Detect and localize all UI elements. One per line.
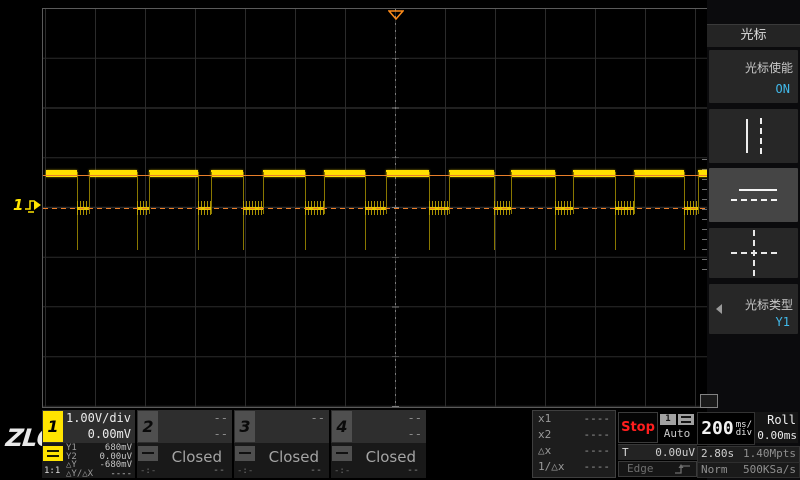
cursor-enable-value: ON [775, 82, 790, 96]
channel2-bottom-right: -- [212, 465, 225, 476]
channel4-offset: -- [407, 427, 422, 441]
timebase-scale-button[interactable]: 200 ms/div [697, 412, 755, 445]
timebase-scale-value: 200 [701, 418, 734, 439]
channel3-status: Closed [268, 448, 319, 466]
inv-dx-label: 1/△x [538, 460, 565, 473]
capture-window: 2.80s [701, 447, 735, 460]
trigger-level-value: 0.00uV [655, 446, 695, 459]
timebase-box: 200 ms/div Roll 0.00ms 2.80s 1.40Mpts No… [697, 410, 800, 478]
horizontal-cursors-icon [709, 168, 798, 222]
x1-value: ---- [583, 412, 611, 425]
oscilloscope-screen: 1 光标 光标使能 ON 光标类型 Y1 ZLG 1 1.00V/div 0.0… [0, 0, 800, 480]
channel4-scale: -- [407, 411, 422, 425]
trigger-position-icon[interactable] [388, 10, 404, 20]
cursor-mode-cross-button[interactable] [709, 228, 798, 278]
cursor-menu-panel: 光标 光标使能 ON 光标类型 Y1 [707, 0, 800, 480]
channel4-coupling-icon [332, 446, 352, 461]
cross-cursors-icon [730, 230, 777, 276]
trigger-source-badge[interactable]: 1 [660, 414, 676, 425]
channel1-probe-ratio: 1:1 [44, 466, 61, 476]
acquisition-mode: Roll [767, 413, 796, 427]
cursor-y1-line[interactable] [43, 175, 708, 176]
channel3-bottom-right: -- [309, 465, 322, 476]
run-state-indicator[interactable]: Stop [618, 412, 658, 443]
dx-value: ---- [583, 444, 611, 457]
rising-edge-icon [675, 464, 690, 474]
memory-depth: 1.40Mpts [743, 447, 796, 460]
cursor-y2-line[interactable] [43, 208, 708, 209]
channel1-coupling-icon[interactable] [43, 446, 63, 461]
channel4-bottom-left: -:- [334, 466, 351, 476]
cursor-mode-horizontal-button[interactable] [709, 168, 798, 222]
x2-value: ---- [583, 428, 611, 441]
channel2-bottom-left: -:- [140, 466, 157, 476]
cursor-mode-vertical-button[interactable] [709, 109, 798, 163]
menu-page-indicator [700, 394, 718, 408]
cursor-type-value: Y1 [775, 315, 790, 329]
channel4-status: Closed [365, 448, 416, 466]
cursor-enable-label: 光标使能 [744, 61, 793, 75]
channel1-marker-label: 1 [13, 196, 24, 214]
timebase-scale-unit: ms/div [735, 419, 752, 438]
channel3-coupling-icon [235, 446, 255, 461]
sample-rate: 500KSa/s [743, 463, 796, 476]
channel2-offset: -- [213, 427, 228, 441]
trigger-coupling-icon[interactable] [678, 414, 694, 425]
cursor-type-button[interactable]: 光标类型 Y1 [709, 284, 798, 334]
channel2-status: Closed [171, 448, 222, 466]
trigger-level-label: T [622, 446, 629, 459]
channel1-cursor-measurements: Y1 680mV Y2 0.00uV △Y -680mV △Y/△X ---- [66, 443, 132, 479]
channel2-scale: -- [213, 411, 228, 425]
menu-title: 光标 [707, 24, 800, 47]
cursor-readout-box: x1 ---- x2 ---- △x ---- 1/△x ---- [532, 410, 616, 478]
channel1-marker-arrow-icon [25, 200, 42, 213]
channel3-status-box[interactable]: 3 -- Closed -:- -- [234, 410, 329, 478]
channel2-coupling-icon [138, 446, 158, 461]
channel2-status-box[interactable]: 2 -- -- Closed -:- -- [137, 410, 232, 478]
channel3-bottom-left: -:- [237, 466, 254, 476]
horizontal-delay: 0.00ms [757, 429, 797, 442]
trigger-type-label: Edge [627, 462, 654, 475]
x1-label: x1 [538, 412, 552, 425]
channel1-position-marker[interactable]: 1 [13, 196, 43, 214]
x2-label: x2 [538, 428, 552, 441]
trigger-type-button[interactable]: Edge [618, 461, 697, 477]
channel3-scale: -- [310, 411, 325, 425]
cursor-type-label: 光标类型 [744, 298, 793, 312]
channel4-bottom-right: -- [406, 465, 419, 476]
acquire-type: Norm [701, 463, 728, 476]
dx-label: △x [538, 444, 552, 457]
channel1-status-box[interactable]: 1 1.00V/div 0.00mV 1:1 Y1 680mV Y2 0.00uV … [42, 410, 135, 478]
inv-dx-value: ---- [583, 460, 611, 473]
channel1-scale: 1.00V/div [65, 411, 131, 425]
submenu-back-icon [716, 304, 722, 314]
vertical-cursors-icon [709, 109, 798, 163]
trigger-status-box: Stop 1 Auto T 0.00uV Edge [618, 410, 697, 478]
cursor-enable-button[interactable]: 光标使能 ON [709, 50, 798, 103]
trigger-sweep-mode[interactable]: Auto [658, 427, 696, 440]
waveform-grid [42, 8, 708, 408]
channel1-offset: 0.00mV [87, 427, 131, 441]
channel4-status-box[interactable]: 4 -- -- Closed -:- -- [331, 410, 426, 478]
